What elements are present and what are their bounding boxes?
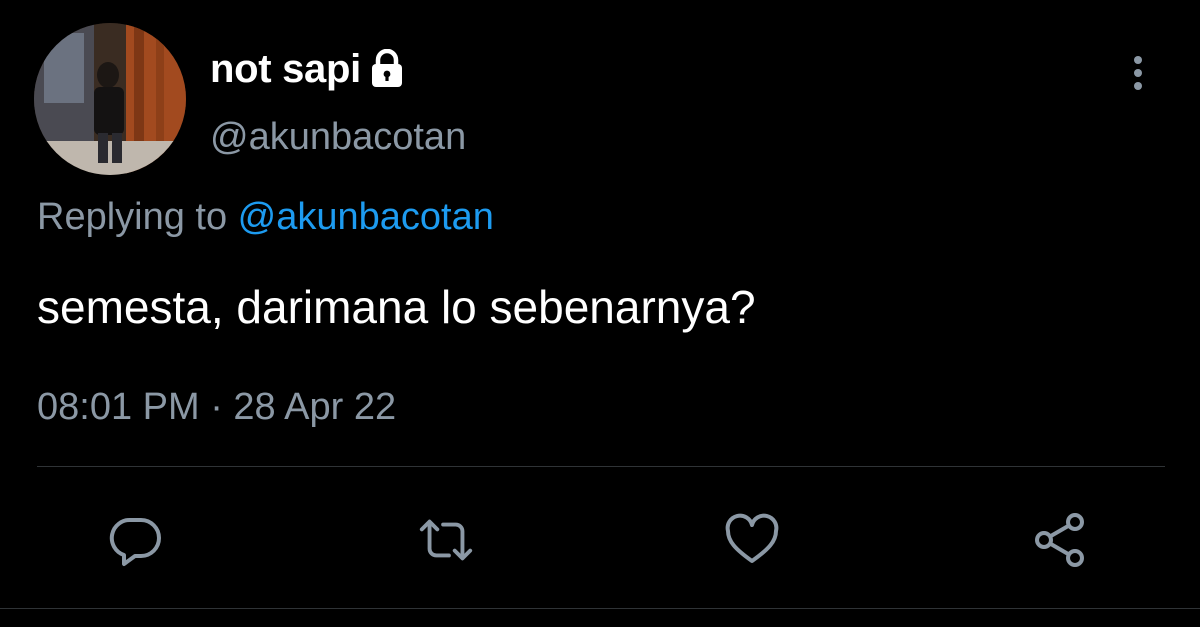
replying-prefix: Replying to	[37, 196, 238, 238]
bottom-divider	[0, 608, 1200, 609]
display-name[interactable]: not sapi	[210, 47, 361, 92]
more-vertical-icon[interactable]	[1118, 52, 1158, 94]
divider	[37, 466, 1165, 467]
comment-icon	[109, 517, 161, 566]
avatar[interactable]	[34, 23, 186, 175]
user-handle[interactable]: @akunbacotan	[210, 116, 466, 159]
retweet-icon	[419, 519, 473, 561]
tweet-text: semesta, darimana lo sebenarnya?	[37, 281, 756, 333]
tweet-timestamp[interactable]: 08:01 PM · 28 Apr 22	[37, 386, 396, 429]
share-button[interactable]	[1030, 510, 1090, 570]
tweet-detail: not sapi @akunbacotan Replying to @akunb…	[0, 0, 1200, 627]
like-button[interactable]	[722, 510, 782, 570]
retweet-button[interactable]	[416, 510, 476, 570]
reply-button[interactable]	[106, 510, 166, 570]
share-icon	[1035, 513, 1084, 567]
display-name-row: not sapi	[210, 44, 405, 94]
heart-icon	[725, 513, 779, 563]
reply-mention-link[interactable]: @akunbacotan	[238, 196, 494, 238]
lock-icon	[369, 48, 405, 89]
profile-photo	[34, 23, 186, 175]
replying-to: Replying to @akunbacotan	[37, 196, 494, 239]
